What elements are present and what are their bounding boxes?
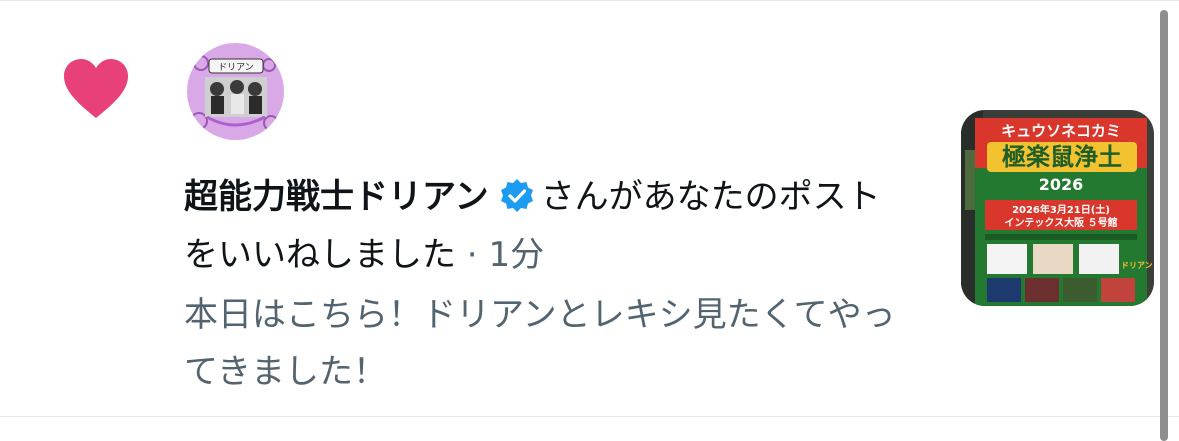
heart-icon (64, 59, 128, 118)
verified-badge-icon (500, 179, 533, 212)
thumb-venue: インテックス大阪 ５号館 (1004, 216, 1117, 229)
post-media-thumbnail[interactable]: キュウソネコカミ 極楽鼠浄土 2026 2026年3月21日(土) インテックス… (961, 110, 1154, 306)
thumb-act-label: ドリアン (1121, 261, 1153, 270)
liked-post-text[interactable]: 本日はこちら！ドリアンとレキシ見たくてやってきました！ (184, 287, 904, 401)
notification-headline: 超能力戦士ドリアン さんがあなたのポストをいいねしました · 1分 (184, 168, 884, 284)
thumb-brand-text: キュウソネコカミ (1001, 122, 1121, 140)
timestamp: 1分 (488, 235, 545, 275)
avatar-logo-text: ドリアン (218, 63, 254, 73)
user-name[interactable]: 超能力戦士ドリアン (184, 177, 489, 217)
scrollbar[interactable] (1160, 10, 1168, 441)
thumb-year: 2026 (1039, 175, 1084, 194)
bottom-divider (0, 416, 1179, 417)
thumb-event-title: 極楽鼠浄土 (1002, 143, 1122, 171)
separator: · (456, 235, 489, 275)
thumb-date: 2026年3月21日(土) (1012, 203, 1110, 216)
avatar[interactable]: ドリアン (187, 43, 284, 140)
like-notification[interactable]: ドリアン 超能力戦士ドリアン さんがあなたのポストをいいねしました · 1分 本… (0, 0, 1179, 416)
